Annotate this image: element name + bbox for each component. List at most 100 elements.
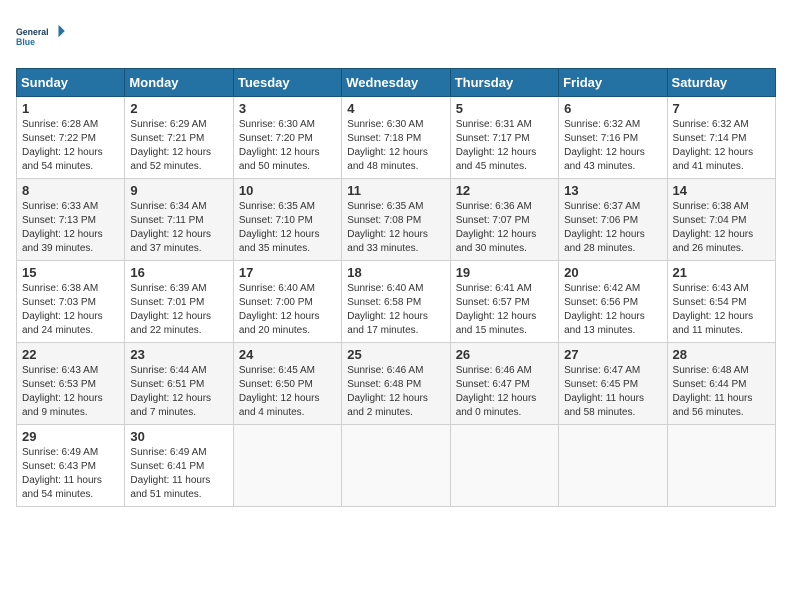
calendar-cell: 14Sunrise: 6:38 AMSunset: 7:04 PMDayligh… <box>667 179 775 261</box>
calendar-cell: 15Sunrise: 6:38 AMSunset: 7:03 PMDayligh… <box>17 261 125 343</box>
day-number: 7 <box>673 101 770 116</box>
cell-sunrise: Sunrise: 6:46 AM <box>456 364 553 378</box>
cell-daylight: Daylight: 12 hours and 30 minutes. <box>456 228 553 256</box>
cell-sunset: Sunset: 6:44 PM <box>673 378 770 392</box>
cell-daylight: Daylight: 11 hours and 51 minutes. <box>130 474 227 502</box>
day-number: 19 <box>456 265 553 280</box>
week-row-3: 15Sunrise: 6:38 AMSunset: 7:03 PMDayligh… <box>17 261 776 343</box>
calendar-cell: 9Sunrise: 6:34 AMSunset: 7:11 PMDaylight… <box>125 179 233 261</box>
cell-sunrise: Sunrise: 6:42 AM <box>564 282 661 296</box>
day-number: 14 <box>673 183 770 198</box>
day-number: 27 <box>564 347 661 362</box>
cell-sunset: Sunset: 6:53 PM <box>22 378 119 392</box>
day-number: 2 <box>130 101 227 116</box>
week-row-4: 22Sunrise: 6:43 AMSunset: 6:53 PMDayligh… <box>17 343 776 425</box>
day-number: 15 <box>22 265 119 280</box>
cell-daylight: Daylight: 12 hours and 39 minutes. <box>22 228 119 256</box>
cell-daylight: Daylight: 12 hours and 54 minutes. <box>22 146 119 174</box>
cell-sunrise: Sunrise: 6:43 AM <box>673 282 770 296</box>
cell-sunrise: Sunrise: 6:32 AM <box>564 118 661 132</box>
cell-sunset: Sunset: 6:51 PM <box>130 378 227 392</box>
day-number: 23 <box>130 347 227 362</box>
calendar-cell: 12Sunrise: 6:36 AMSunset: 7:07 PMDayligh… <box>450 179 558 261</box>
cell-sunset: Sunset: 7:08 PM <box>347 214 444 228</box>
day-number: 13 <box>564 183 661 198</box>
day-number: 29 <box>22 429 119 444</box>
calendar-cell: 7Sunrise: 6:32 AMSunset: 7:14 PMDaylight… <box>667 97 775 179</box>
day-number: 5 <box>456 101 553 116</box>
cell-sunrise: Sunrise: 6:45 AM <box>239 364 336 378</box>
day-number: 16 <box>130 265 227 280</box>
day-number: 21 <box>673 265 770 280</box>
day-number: 11 <box>347 183 444 198</box>
calendar-cell: 10Sunrise: 6:35 AMSunset: 7:10 PMDayligh… <box>233 179 341 261</box>
cell-sunrise: Sunrise: 6:41 AM <box>456 282 553 296</box>
col-header-saturday: Saturday <box>667 69 775 97</box>
cell-sunset: Sunset: 7:13 PM <box>22 214 119 228</box>
cell-daylight: Daylight: 11 hours and 56 minutes. <box>673 392 770 420</box>
cell-sunrise: Sunrise: 6:40 AM <box>347 282 444 296</box>
header-row: SundayMondayTuesdayWednesdayThursdayFrid… <box>17 69 776 97</box>
calendar-cell: 2Sunrise: 6:29 AMSunset: 7:21 PMDaylight… <box>125 97 233 179</box>
cell-sunset: Sunset: 7:17 PM <box>456 132 553 146</box>
cell-daylight: Daylight: 12 hours and 45 minutes. <box>456 146 553 174</box>
cell-daylight: Daylight: 11 hours and 54 minutes. <box>22 474 119 502</box>
cell-sunrise: Sunrise: 6:40 AM <box>239 282 336 296</box>
day-number: 24 <box>239 347 336 362</box>
cell-daylight: Daylight: 12 hours and 37 minutes. <box>130 228 227 256</box>
cell-sunrise: Sunrise: 6:31 AM <box>456 118 553 132</box>
cell-sunset: Sunset: 7:01 PM <box>130 296 227 310</box>
cell-sunset: Sunset: 6:54 PM <box>673 296 770 310</box>
cell-sunrise: Sunrise: 6:35 AM <box>239 200 336 214</box>
calendar-cell: 11Sunrise: 6:35 AMSunset: 7:08 PMDayligh… <box>342 179 450 261</box>
cell-daylight: Daylight: 12 hours and 11 minutes. <box>673 310 770 338</box>
day-number: 18 <box>347 265 444 280</box>
cell-sunset: Sunset: 6:47 PM <box>456 378 553 392</box>
col-header-thursday: Thursday <box>450 69 558 97</box>
cell-sunset: Sunset: 6:56 PM <box>564 296 661 310</box>
cell-sunrise: Sunrise: 6:36 AM <box>456 200 553 214</box>
day-number: 25 <box>347 347 444 362</box>
cell-sunrise: Sunrise: 6:39 AM <box>130 282 227 296</box>
cell-daylight: Daylight: 12 hours and 20 minutes. <box>239 310 336 338</box>
cell-sunset: Sunset: 7:18 PM <box>347 132 444 146</box>
cell-daylight: Daylight: 12 hours and 13 minutes. <box>564 310 661 338</box>
calendar-cell: 8Sunrise: 6:33 AMSunset: 7:13 PMDaylight… <box>17 179 125 261</box>
week-row-1: 1Sunrise: 6:28 AMSunset: 7:22 PMDaylight… <box>17 97 776 179</box>
calendar-cell: 1Sunrise: 6:28 AMSunset: 7:22 PMDaylight… <box>17 97 125 179</box>
cell-sunrise: Sunrise: 6:35 AM <box>347 200 444 214</box>
calendar-cell <box>450 425 558 507</box>
cell-sunset: Sunset: 6:57 PM <box>456 296 553 310</box>
calendar-cell: 18Sunrise: 6:40 AMSunset: 6:58 PMDayligh… <box>342 261 450 343</box>
cell-daylight: Daylight: 12 hours and 48 minutes. <box>347 146 444 174</box>
cell-sunrise: Sunrise: 6:32 AM <box>673 118 770 132</box>
calendar-cell: 22Sunrise: 6:43 AMSunset: 6:53 PMDayligh… <box>17 343 125 425</box>
calendar-cell: 27Sunrise: 6:47 AMSunset: 6:45 PMDayligh… <box>559 343 667 425</box>
cell-sunrise: Sunrise: 6:38 AM <box>22 282 119 296</box>
logo: General Blue <box>16 16 66 56</box>
calendar-cell: 26Sunrise: 6:46 AMSunset: 6:47 PMDayligh… <box>450 343 558 425</box>
cell-sunrise: Sunrise: 6:33 AM <box>22 200 119 214</box>
day-number: 26 <box>456 347 553 362</box>
calendar-cell: 29Sunrise: 6:49 AMSunset: 6:43 PMDayligh… <box>17 425 125 507</box>
svg-text:General: General <box>16 27 49 37</box>
col-header-sunday: Sunday <box>17 69 125 97</box>
cell-daylight: Daylight: 12 hours and 50 minutes. <box>239 146 336 174</box>
cell-daylight: Daylight: 12 hours and 24 minutes. <box>22 310 119 338</box>
cell-sunset: Sunset: 7:07 PM <box>456 214 553 228</box>
cell-sunrise: Sunrise: 6:49 AM <box>22 446 119 460</box>
calendar-cell: 4Sunrise: 6:30 AMSunset: 7:18 PMDaylight… <box>342 97 450 179</box>
day-number: 22 <box>22 347 119 362</box>
calendar-cell: 21 Sunrise: 6:43 AMSunset: 6:54 PMDayligh… <box>667 261 775 343</box>
cell-sunrise: Sunrise: 6:37 AM <box>564 200 661 214</box>
day-number: 6 <box>564 101 661 116</box>
cell-sunrise: Sunrise: 6:46 AM <box>347 364 444 378</box>
cell-sunrise: Sunrise: 6:30 AM <box>347 118 444 132</box>
week-row-5: 29Sunrise: 6:49 AMSunset: 6:43 PMDayligh… <box>17 425 776 507</box>
cell-sunset: Sunset: 7:22 PM <box>22 132 119 146</box>
calendar-cell: 13Sunrise: 6:37 AMSunset: 7:06 PMDayligh… <box>559 179 667 261</box>
svg-text:Blue: Blue <box>16 37 35 47</box>
cell-sunset: Sunset: 7:21 PM <box>130 132 227 146</box>
cell-sunrise: Sunrise: 6:30 AM <box>239 118 336 132</box>
cell-sunrise: Sunrise: 6:29 AM <box>130 118 227 132</box>
